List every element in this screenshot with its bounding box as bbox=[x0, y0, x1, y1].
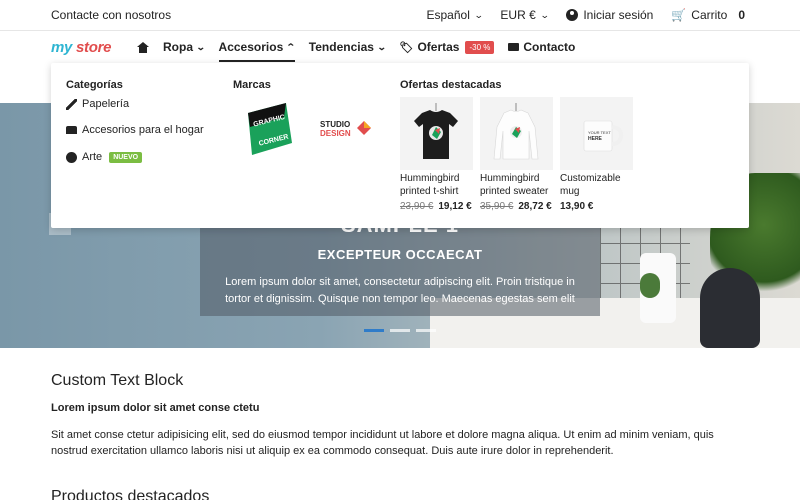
offer-product[interactable]: Hummingbird printed t-shirt 23,90 € 19,1… bbox=[400, 97, 473, 212]
brand-sd-line1: STUDIO bbox=[320, 120, 351, 129]
nav-item-label: Tendencias bbox=[308, 40, 374, 54]
nav-home[interactable] bbox=[137, 31, 149, 63]
sweater-image-icon bbox=[493, 103, 539, 160]
categories-title: Categorías bbox=[66, 79, 123, 91]
login-link[interactable]: Iniciar sesión bbox=[566, 8, 653, 22]
custom-text-bold: Lorem ipsum dolor sit amet conse ctetu bbox=[51, 402, 260, 414]
product-prices: 23,90 € 19,12 € bbox=[400, 201, 473, 212]
cart-count: 0 bbox=[738, 8, 745, 22]
brand-graphic-corner-logo[interactable]: GRAPHIC CORNER bbox=[248, 103, 292, 155]
nav-item-ropa[interactable]: Ropa ⌄ bbox=[163, 31, 206, 63]
category-label: Papelería bbox=[82, 98, 130, 110]
sofa-icon bbox=[66, 126, 77, 134]
language-label: Español bbox=[426, 8, 470, 22]
category-papeleria[interactable]: Papelería bbox=[66, 98, 129, 110]
price: 13,90 € bbox=[560, 201, 594, 212]
offers-title: Ofertas destacadas bbox=[400, 79, 502, 91]
custom-text-body: Sit amet conse ctetur adipisicing elit, … bbox=[51, 429, 714, 457]
currency-selector[interactable]: EUR € ⌄ bbox=[500, 8, 550, 22]
nav-item-label: Ropa bbox=[163, 40, 193, 54]
category-accesorios-hogar[interactable]: Accesorios para el hogar bbox=[66, 124, 204, 136]
tshirt-image-icon bbox=[414, 103, 458, 159]
offer-product[interactable]: YOUR TEXT HERE Customizable mug 13,90 € bbox=[560, 97, 633, 212]
price: 19,12 € bbox=[438, 201, 472, 212]
brand-studio-design-logo[interactable]: STUDIO DESIGN bbox=[320, 120, 351, 138]
product-name[interactable]: Hummingbird printed t-shirt bbox=[400, 172, 473, 198]
logo[interactable]: my store bbox=[51, 39, 111, 56]
nav-item-accesorios[interactable]: Accesorios ⌃ bbox=[218, 31, 296, 63]
old-price: 23,90 € bbox=[400, 201, 434, 212]
hero-decoration bbox=[700, 268, 760, 348]
cart-label: Carrito bbox=[691, 8, 728, 22]
custom-text-title: Custom Text Block bbox=[51, 372, 184, 389]
home-icon bbox=[137, 41, 149, 53]
cart-link[interactable]: 🛒 Carrito 0 bbox=[671, 8, 745, 22]
login-label: Iniciar sesión bbox=[583, 8, 654, 22]
category-arte[interactable]: Arte NUEVO bbox=[66, 151, 143, 163]
old-price: 35,90 € bbox=[480, 201, 514, 212]
product-prices: 35,90 € 28,72 € bbox=[480, 201, 553, 212]
price: 28,72 € bbox=[518, 201, 552, 212]
product-image[interactable] bbox=[400, 97, 473, 170]
studio-design-mark-icon bbox=[357, 121, 371, 135]
carousel-indicators bbox=[364, 329, 436, 332]
offer-product[interactable]: Hummingbird printed sweater 35,90 € 28,7… bbox=[480, 97, 553, 212]
product-name[interactable]: Customizable mug bbox=[560, 172, 633, 198]
product-name[interactable]: Hummingbird printed sweater bbox=[480, 172, 553, 198]
brand-sd-line2: DESIGN bbox=[320, 129, 351, 138]
language-selector[interactable]: Español ⌄ bbox=[426, 8, 484, 22]
accesorios-dropdown: Categorías Papelería Accesorios para el … bbox=[51, 63, 749, 228]
nav-item-label: Contacto bbox=[523, 40, 576, 54]
hero-text: Lorem ipsum dolor sit amet, consectetur … bbox=[225, 276, 575, 305]
mug-text-line1: YOUR TEXT bbox=[588, 130, 611, 135]
nav-item-contacto[interactable]: Contacto bbox=[508, 31, 575, 63]
nav-item-tendencias[interactable]: Tendencias ⌄ bbox=[308, 31, 387, 63]
main-nav: my store Ropa ⌄ Accesorios ⌃ Tendencias … bbox=[0, 31, 800, 63]
logo-my: my bbox=[51, 39, 73, 56]
contact-link[interactable]: Contacte con nosotros bbox=[51, 8, 171, 22]
chevron-down-icon: ⌄ bbox=[539, 9, 550, 20]
category-label: Arte bbox=[82, 151, 103, 163]
palette-icon bbox=[66, 151, 77, 163]
featured-products-title: Productos destacados bbox=[51, 488, 210, 500]
product-image[interactable] bbox=[480, 97, 553, 170]
brands-title: Marcas bbox=[233, 79, 271, 91]
top-bar: Contacte con nosotros Español ⌄ EUR € ⌄ … bbox=[0, 0, 800, 31]
tag-icon: 🏷 bbox=[399, 41, 414, 54]
currency-label: EUR € bbox=[500, 8, 536, 22]
nav-items: Ropa ⌄ Accesorios ⌃ Tendencias ⌄ 🏷 Ofert… bbox=[137, 31, 575, 63]
chevron-up-icon: ⌃ bbox=[286, 41, 296, 52]
pencil-icon bbox=[66, 98, 77, 110]
category-label: Accesorios para el hogar bbox=[82, 124, 204, 136]
product-prices: 13,90 € bbox=[560, 201, 633, 212]
discount-badge: -30 % bbox=[465, 40, 495, 54]
mug-image-icon: YOUR TEXT HERE bbox=[583, 120, 624, 152]
hero-decoration bbox=[640, 273, 660, 298]
nav-item-label: Ofertas bbox=[417, 40, 460, 54]
mug-text-line2: HERE bbox=[588, 136, 603, 142]
carousel-indicator[interactable] bbox=[416, 329, 436, 332]
nav-item-label: Accesorios bbox=[218, 40, 284, 54]
nav-item-ofertas[interactable]: 🏷 Ofertas -30 % bbox=[399, 31, 495, 63]
cart-icon: 🛒 bbox=[671, 8, 687, 22]
mail-icon bbox=[508, 43, 520, 51]
product-image[interactable]: YOUR TEXT HERE bbox=[560, 97, 633, 170]
new-badge: NUEVO bbox=[109, 151, 143, 163]
top-bar-right: Español ⌄ EUR € ⌄ Iniciar sesión 🛒 Carri… bbox=[427, 8, 746, 22]
chevron-down-icon: ⌄ bbox=[473, 9, 484, 20]
user-icon bbox=[566, 9, 579, 21]
chevron-down-icon: ⌄ bbox=[195, 41, 206, 52]
logo-store: store bbox=[75, 39, 112, 56]
chevron-down-icon: ⌄ bbox=[376, 41, 387, 52]
carousel-indicator[interactable] bbox=[390, 329, 410, 332]
hero-subtitle: EXCEPTEUR OCCAECAT bbox=[317, 247, 483, 262]
carousel-indicator[interactable] bbox=[364, 329, 384, 332]
